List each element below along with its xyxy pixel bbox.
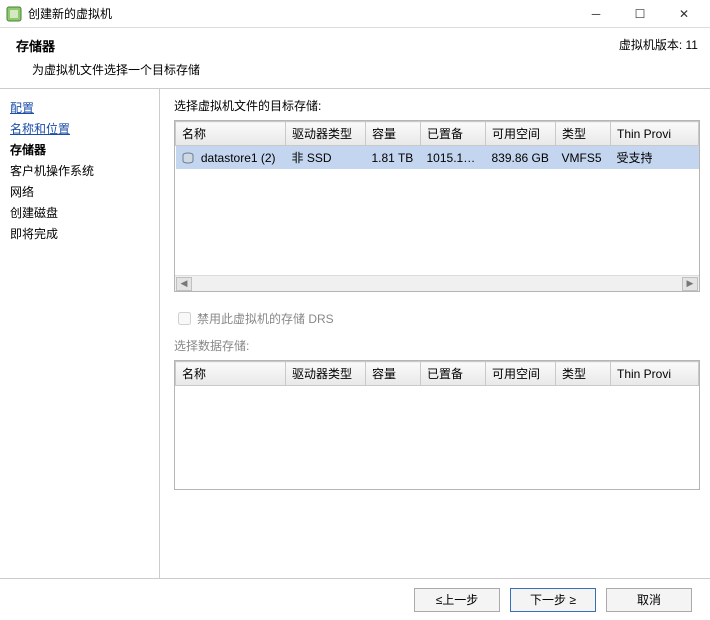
disable-drs-row: 禁用此虚拟机的存储 DRS	[178, 310, 700, 327]
cell-type: VMFS5	[556, 146, 611, 170]
select-datastore-label: 选择数据存储:	[174, 337, 700, 354]
col-free: 可用空间	[486, 362, 556, 386]
disable-drs-label: 禁用此虚拟机的存储 DRS	[197, 310, 334, 327]
minimize-button[interactable]: ─	[574, 1, 618, 27]
col-provisioned[interactable]: 已置备	[421, 122, 486, 146]
col-thin[interactable]: Thin Provi	[611, 122, 699, 146]
cell-name: datastore1 (2)	[176, 146, 286, 170]
col-drive-type: 驱动器类型	[286, 362, 366, 386]
app-icon	[6, 6, 22, 22]
cell-thin: 受支持	[611, 146, 699, 170]
back-button[interactable]: ≤上一步	[414, 588, 500, 612]
sidebar-item-network: 网络	[10, 181, 149, 202]
datastore-icon	[182, 152, 194, 164]
sidebar-item-storage: 存储器	[10, 139, 149, 160]
col-drive-type[interactable]: 驱动器类型	[286, 122, 366, 146]
destination-storage-label: 选择虚拟机文件的目标存储:	[174, 97, 700, 114]
datastore-table[interactable]: 名称 驱动器类型 容量 已置备 可用空间 类型 Thin Provi	[175, 121, 699, 169]
sidebar-item-config[interactable]: 配置	[10, 97, 149, 118]
wizard-step-subtitle: 为虚拟机文件选择一个目标存储	[0, 59, 710, 88]
sidebar-item-guest-os: 客户机操作系统	[10, 160, 149, 181]
disable-drs-checkbox	[178, 312, 191, 325]
datastore-secondary-table: 名称 驱动器类型 容量 已置备 可用空间 类型 Thin Provi	[175, 361, 699, 386]
col-name: 名称	[176, 362, 286, 386]
cell-capacity: 1.81 TB	[366, 146, 421, 170]
cancel-button[interactable]: 取消	[606, 588, 692, 612]
maximize-button[interactable]: ☐	[618, 1, 662, 27]
col-capacity: 容量	[366, 362, 421, 386]
col-capacity[interactable]: 容量	[366, 122, 421, 146]
col-provisioned: 已置备	[421, 362, 486, 386]
sidebar-item-ready: 即将完成	[10, 223, 149, 244]
close-button[interactable]: ✕	[662, 1, 706, 27]
main-body: 配置 名称和位置 存储器 客户机操作系统 网络 创建磁盘 即将完成 选择虚拟机文…	[0, 88, 710, 578]
wizard-header: 存储器 虚拟机版本: 11	[0, 28, 710, 59]
cell-free: 839.86 GB	[486, 146, 556, 170]
col-type[interactable]: 类型	[556, 122, 611, 146]
table-header-row: 名称 驱动器类型 容量 已置备 可用空间 类型 Thin Provi	[176, 122, 699, 146]
wizard-footer: ≤上一步 下一步 ≥ 取消	[0, 578, 710, 620]
next-button[interactable]: 下一步 ≥	[510, 588, 596, 612]
cell-name-text: datastore1 (2)	[201, 151, 276, 165]
table-row[interactable]: datastore1 (2) 非 SSD 1.81 TB 1015.14 ...…	[176, 146, 699, 170]
window-title: 创建新的虚拟机	[28, 5, 574, 22]
sidebar-item-name-location[interactable]: 名称和位置	[10, 118, 149, 139]
titlebar: 创建新的虚拟机 ─ ☐ ✕	[0, 0, 710, 28]
scroll-left-icon[interactable]: ◀	[176, 277, 192, 291]
scroll-right-icon[interactable]: ▶	[682, 277, 698, 291]
col-free[interactable]: 可用空间	[486, 122, 556, 146]
datastore-secondary-table-container: 名称 驱动器类型 容量 已置备 可用空间 类型 Thin Provi	[174, 360, 700, 490]
wizard-sidebar: 配置 名称和位置 存储器 客户机操作系统 网络 创建磁盘 即将完成	[0, 89, 160, 578]
datastore-table-container: 名称 驱动器类型 容量 已置备 可用空间 类型 Thin Provi	[174, 120, 700, 292]
col-name[interactable]: 名称	[176, 122, 286, 146]
horizontal-scrollbar[interactable]: ◀ ▶	[175, 275, 699, 291]
col-thin: Thin Provi	[611, 362, 699, 386]
cell-provisioned: 1015.14 ...	[421, 146, 486, 170]
wizard-content: 选择虚拟机文件的目标存储: 名称 驱动器类型 容量 已置备 可用空间 类型 Th…	[160, 89, 710, 578]
window-controls: ─ ☐ ✕	[574, 1, 706, 27]
cell-drive-type: 非 SSD	[286, 146, 366, 170]
col-type: 类型	[556, 362, 611, 386]
table-header-row: 名称 驱动器类型 容量 已置备 可用空间 类型 Thin Provi	[176, 362, 699, 386]
sidebar-item-create-disk: 创建磁盘	[10, 202, 149, 223]
wizard-step-title: 存储器	[16, 36, 55, 55]
vm-version-label: 虚拟机版本: 11	[619, 36, 698, 55]
